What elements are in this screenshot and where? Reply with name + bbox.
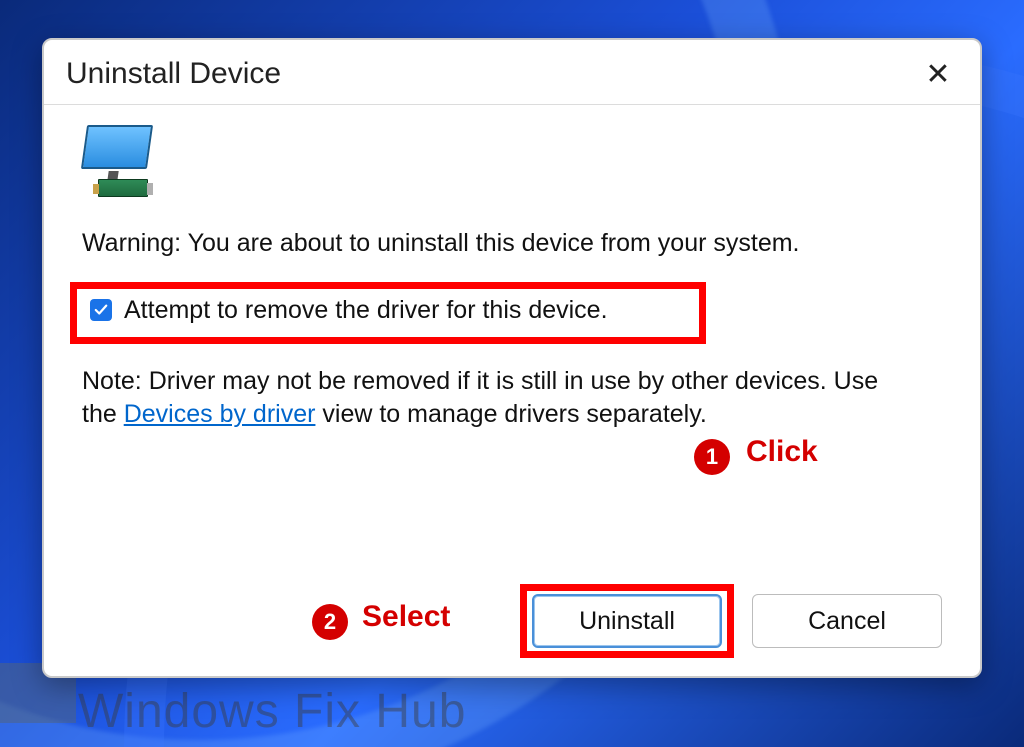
dialog-content: Warning: You are about to uninstall this…	[44, 105, 980, 594]
dialog-button-row: 2 Select Uninstall Cancel	[44, 594, 980, 676]
uninstall-button-label: Uninstall	[579, 607, 675, 636]
close-icon: ✕	[925, 57, 950, 92]
titlebar: Uninstall Device ✕	[44, 40, 980, 105]
note-suffix: view to manage drivers separately.	[315, 400, 706, 428]
cancel-button[interactable]: Cancel	[752, 594, 942, 648]
devices-by-driver-link[interactable]: Devices by driver	[124, 400, 316, 428]
annotation-badge-2-number: 2	[324, 609, 336, 635]
remove-driver-label: Attempt to remove the driver for this de…	[124, 296, 608, 325]
annotation-label-1: Click	[746, 435, 818, 469]
checkmark-icon	[94, 303, 108, 317]
uninstall-button[interactable]: Uninstall	[532, 594, 722, 648]
remove-driver-checkbox-row[interactable]: Attempt to remove the driver for this de…	[82, 288, 702, 333]
dialog-title: Uninstall Device	[66, 57, 281, 91]
display-adapter-icon	[78, 125, 168, 205]
watermark-text: Windows Fix Hub	[78, 684, 466, 739]
remove-driver-checkbox[interactable]	[90, 299, 112, 321]
annotation-badge-1: 1	[694, 439, 730, 475]
warning-text: Warning: You are about to uninstall this…	[82, 227, 942, 260]
annotation-badge-2: 2	[312, 604, 348, 640]
close-button[interactable]: ✕	[918, 54, 958, 94]
annotation-badge-1-number: 1	[706, 444, 718, 470]
uninstall-device-dialog: Uninstall Device ✕ Warning: You are abou…	[42, 38, 982, 678]
note-text: Note: Driver may not be removed if it is…	[82, 365, 902, 433]
annotation-label-2: Select	[362, 600, 450, 634]
cancel-button-label: Cancel	[808, 607, 886, 636]
